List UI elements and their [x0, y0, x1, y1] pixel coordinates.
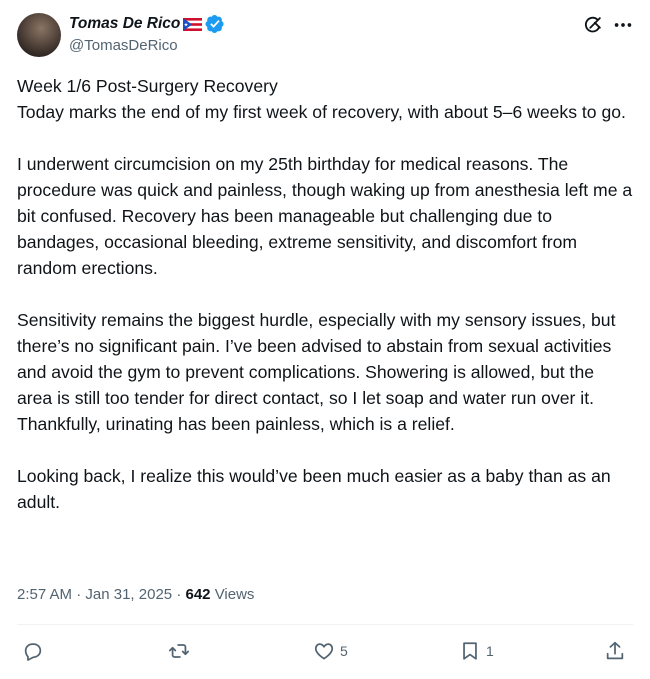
- author-handle[interactable]: @TomasDeRico: [69, 37, 178, 54]
- reply-button[interactable]: [22, 640, 49, 662]
- divider: [17, 624, 633, 625]
- post-meta: 2:57 AM · Jan 31, 2025 · 642 Views: [17, 586, 254, 603]
- views-count: 642: [185, 586, 211, 603]
- post-date[interactable]: Jan 31, 2025: [85, 586, 172, 603]
- bookmark-button[interactable]: 1: [459, 640, 494, 662]
- heart-icon: [314, 643, 334, 660]
- grok-icon[interactable]: [582, 14, 604, 36]
- reply-icon: [24, 643, 42, 661]
- avatar[interactable]: [17, 13, 61, 57]
- bookmark-count: 1: [486, 643, 494, 659]
- like-count: 5: [340, 643, 348, 659]
- author-display-name[interactable]: Tomas De Rico: [69, 15, 180, 33]
- post-paragraph: Looking back, I realize this would’ve be…: [17, 466, 611, 512]
- post-text: Week 1/6 Post-Surgery Recovery Today mar…: [17, 73, 633, 515]
- verified-badge-icon[interactable]: [205, 14, 225, 34]
- meta-separator: ·: [176, 586, 182, 603]
- puerto-rico-flag-icon: [183, 17, 203, 31]
- post-line: Week 1/6 Post-Surgery Recovery: [17, 76, 278, 96]
- views-label: Views: [214, 586, 255, 603]
- share-button[interactable]: [604, 640, 626, 662]
- share-icon: [606, 641, 624, 660]
- post-paragraph: Sensitivity remains the biggest hurdle, …: [17, 310, 616, 434]
- like-button[interactable]: 5: [313, 640, 348, 662]
- author-name-row: Tomas De Rico: [69, 14, 225, 34]
- repost-icon: [168, 644, 190, 658]
- post-line: Today marks the end of my first week of …: [17, 102, 626, 122]
- more-options-icon[interactable]: [612, 14, 634, 36]
- meta-separator: ·: [76, 586, 82, 603]
- post-time[interactable]: 2:57 AM: [17, 586, 72, 603]
- repost-button[interactable]: [168, 640, 195, 662]
- post-paragraph: I underwent circumcision on my 25th birt…: [17, 154, 633, 278]
- bookmark-icon: [463, 642, 477, 660]
